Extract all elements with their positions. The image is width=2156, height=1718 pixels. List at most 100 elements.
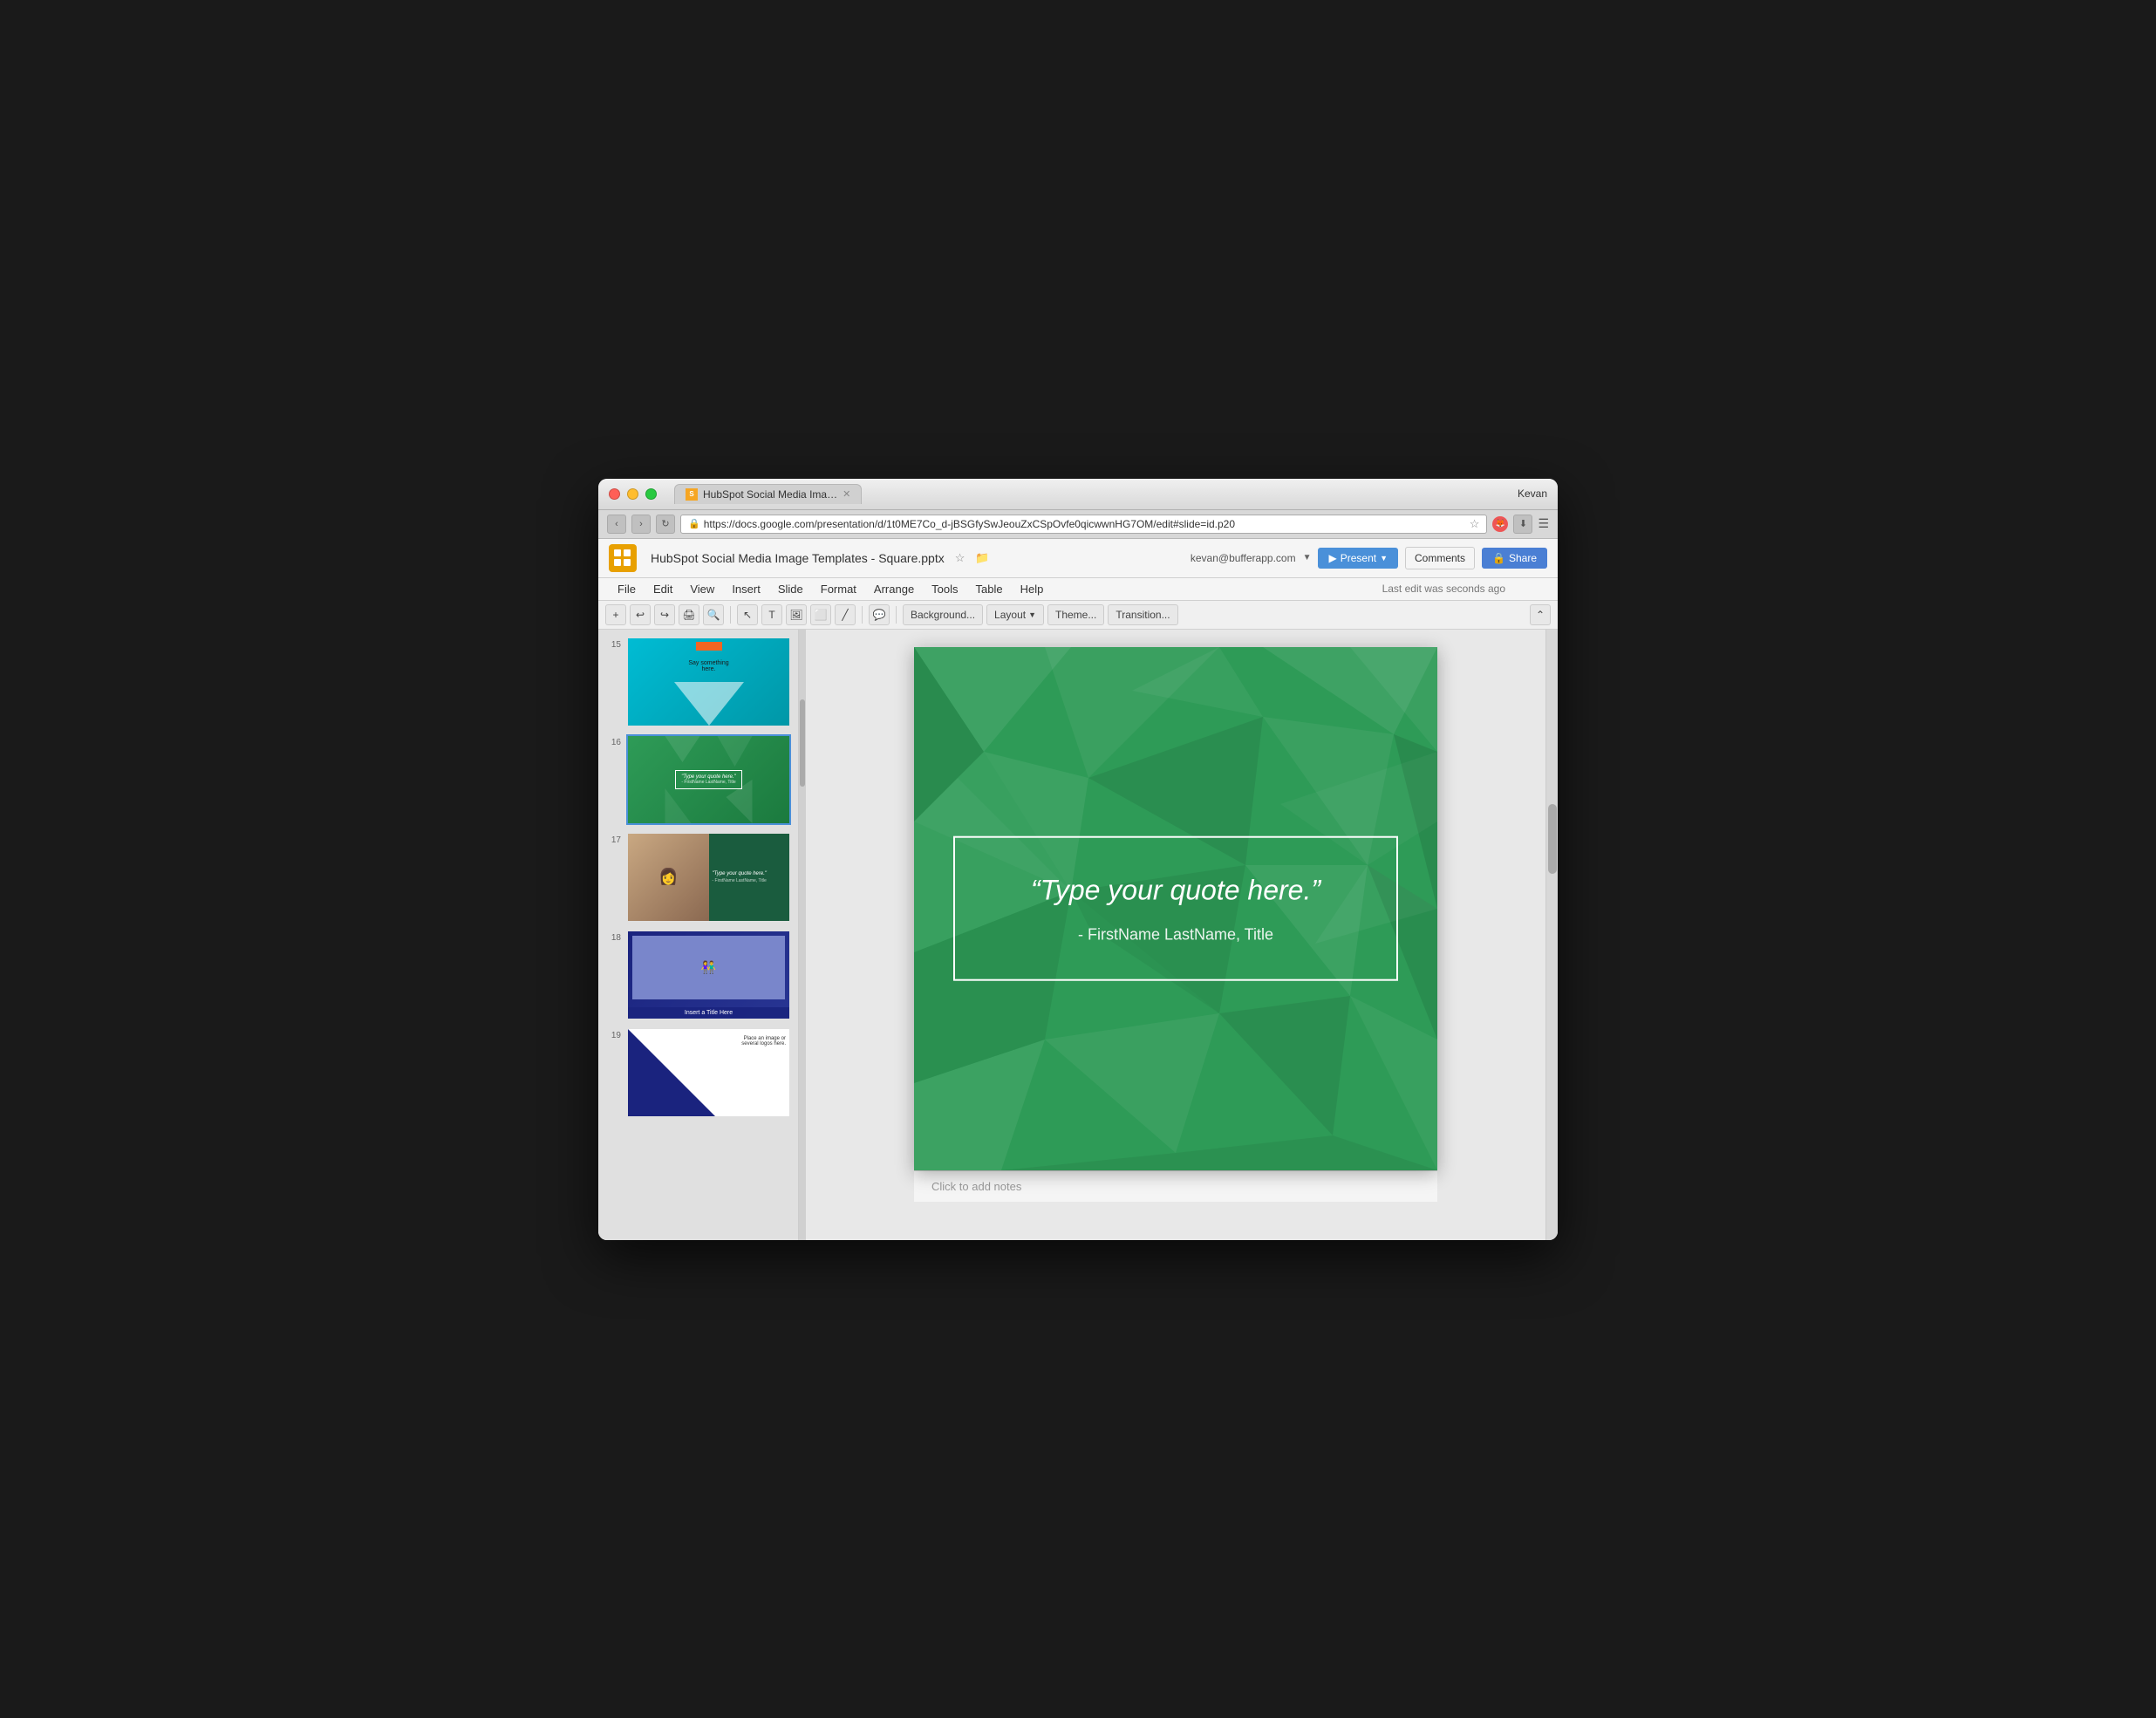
slide-thumb-19[interactable]: Place an image orseveral logos here.	[626, 1027, 791, 1118]
menu-view[interactable]: View	[681, 581, 723, 597]
slide19-triangle	[628, 1029, 715, 1116]
slide17-photo: 👩	[628, 834, 709, 921]
slide-thumbnail-15[interactable]: 15 Say somethinghere.	[598, 633, 798, 731]
slide19-text: Place an image orseveral logos here.	[741, 1036, 786, 1046]
present-button[interactable]: ▶ Present ▼	[1318, 548, 1398, 569]
tab-favicon: S	[686, 488, 698, 501]
menu-file[interactable]: File	[609, 581, 645, 597]
format-toolbar: + ↩ ↪ 🖨 🔍 ↖ T 🖼 ⬜ ╱ 💬 Background... Layo…	[598, 601, 1558, 630]
menu-slide[interactable]: Slide	[769, 581, 812, 597]
notes-area[interactable]: Click to add notes	[914, 1170, 1437, 1202]
user-label: Kevan	[1518, 487, 1547, 500]
menu-format[interactable]: Format	[812, 581, 865, 597]
slide-num-16: 16	[605, 734, 621, 747]
share-label: Share	[1509, 552, 1537, 564]
transition-button[interactable]: Transition...	[1108, 604, 1177, 625]
menu-arrange[interactable]: Arrange	[865, 581, 923, 597]
slide-thumb-16[interactable]: "Type your quote here." - FirstName Last…	[626, 734, 791, 825]
slide-canvas[interactable]: “Type your quote here.” - FirstName Last…	[914, 647, 1437, 1170]
insert-button[interactable]: +	[605, 604, 626, 625]
browser-tab[interactable]: S HubSpot Social Media Ima… ✕	[674, 484, 862, 504]
shape-tool[interactable]: ⬜	[810, 604, 831, 625]
slide18-title: Insert a Title Here	[628, 1007, 789, 1019]
slide-thumbnail-16[interactable]: 16 "Type your quote here." - FirstName L	[598, 731, 798, 828]
tab-title: HubSpot Social Media Ima…	[703, 488, 837, 501]
slide17-quote: "Type your quote here."	[713, 871, 787, 876]
slide16-quote-text: "Type your quote here."	[681, 774, 736, 780]
menu-bar: File Edit View Insert Slide Format Arran…	[598, 578, 1558, 601]
account-dropdown-icon[interactable]: ▼	[1303, 553, 1312, 562]
star-title-icon[interactable]: ☆	[955, 551, 965, 565]
menu-edit[interactable]: Edit	[645, 581, 681, 597]
theme-button[interactable]: Theme...	[1047, 604, 1104, 625]
toolbar-separator-2	[862, 606, 863, 624]
text-tool[interactable]: T	[761, 604, 782, 625]
share-button[interactable]: 🔒 Share	[1482, 548, 1547, 569]
slide-thumbnail-18[interactable]: 18 👫 Insert a Title Here	[598, 926, 798, 1024]
slide-num-15: 15	[605, 637, 621, 650]
refresh-button[interactable]: ↻	[656, 515, 675, 534]
menu-insert[interactable]: Insert	[723, 581, 769, 597]
collapse-toolbar-button[interactable]: ⌃	[1530, 604, 1551, 625]
menu-tools[interactable]: Tools	[923, 581, 966, 597]
slide-thumbnail-17[interactable]: 17 👩 "Type your quote here." - FirstName…	[598, 828, 798, 926]
lock-icon: 🔒	[688, 518, 700, 529]
panel-scrollbar[interactable]	[799, 630, 806, 1240]
maximize-button[interactable]	[645, 488, 657, 500]
close-button[interactable]	[609, 488, 620, 500]
comment-tool[interactable]: 💬	[869, 604, 890, 625]
print-button[interactable]: 🖨	[679, 604, 699, 625]
slide17-text: "Type your quote here." - FirstName Last…	[709, 834, 790, 921]
forward-button[interactable]: ›	[631, 515, 651, 534]
minimize-button[interactable]	[627, 488, 638, 500]
background-button[interactable]: Background...	[903, 604, 983, 625]
select-tool[interactable]: ↖	[737, 604, 758, 625]
folder-icon[interactable]: 📁	[975, 551, 989, 565]
back-button[interactable]: ‹	[607, 515, 626, 534]
slide16-attr-text: - FirstName LastName, Title	[681, 780, 736, 785]
slide-thumb-17[interactable]: 👩 "Type your quote here." - FirstName La…	[626, 832, 791, 923]
tab-close-icon[interactable]: ✕	[843, 488, 850, 500]
address-bar: ‹ › ↻ 🔒 https://docs.google.com/presenta…	[598, 510, 1558, 539]
title-bar: S HubSpot Social Media Ima… ✕ Kevan	[598, 479, 1558, 510]
thumbnail-panel: 15 Say somethinghere. 16	[598, 630, 799, 1240]
slide-img-16: "Type your quote here." - FirstName Last…	[628, 736, 789, 823]
toolbar-separator-1	[730, 606, 731, 624]
lock-share-icon: 🔒	[1492, 552, 1505, 564]
traffic-lights	[609, 488, 657, 500]
quote-box[interactable]: “Type your quote here.” - FirstName Last…	[953, 835, 1398, 981]
slide-num-18: 18	[605, 930, 621, 943]
menu-help[interactable]: Help	[1012, 581, 1053, 597]
undo-button[interactable]: ↩	[630, 604, 651, 625]
slide16-quote-box: "Type your quote here." - FirstName Last…	[675, 770, 742, 789]
notes-placeholder: Click to add notes	[931, 1180, 1021, 1193]
download-icon[interactable]: ⬇	[1513, 515, 1532, 534]
slide-thumbnail-19[interactable]: 19 Place an image orseveral logos here.	[598, 1024, 798, 1121]
comments-button[interactable]: Comments	[1405, 547, 1475, 569]
app-toolbar: HubSpot Social Media Image Templates - S…	[598, 539, 1558, 578]
slide17-attr: - FirstName LastName, Title	[713, 878, 787, 883]
quote-text: “Type your quote here.”	[999, 872, 1353, 909]
present-icon: ▶	[1328, 552, 1336, 564]
menu-table[interactable]: Table	[967, 581, 1012, 597]
slide18-photo: 👫	[632, 936, 785, 999]
app-logo	[609, 544, 637, 572]
slide15-triangle	[674, 682, 744, 726]
address-input[interactable]: 🔒 https://docs.google.com/presentation/d…	[680, 515, 1487, 534]
layout-button[interactable]: Layout ▼	[986, 604, 1044, 625]
redo-button[interactable]: ↪	[654, 604, 675, 625]
toolbar-separator-3	[896, 606, 897, 624]
tab-area: S HubSpot Social Media Ima… ✕	[674, 484, 1511, 504]
bookmark-icon[interactable]: ☆	[1470, 517, 1480, 531]
slide-img-19: Place an image orseveral logos here.	[628, 1029, 789, 1116]
right-scrollbar[interactable]	[1545, 630, 1558, 1240]
account-email: kevan@bufferapp.com	[1191, 552, 1296, 564]
image-tool[interactable]: 🖼	[786, 604, 807, 625]
transition-label: Transition...	[1116, 609, 1170, 621]
line-tool[interactable]: ╱	[835, 604, 856, 625]
slide-thumb-15[interactable]: Say somethinghere.	[626, 637, 791, 727]
browser-menu-icon[interactable]: ☰	[1538, 516, 1549, 531]
zoom-button[interactable]: 🔍	[703, 604, 724, 625]
slide-thumb-18[interactable]: 👫 Insert a Title Here	[626, 930, 791, 1020]
slide15-text: Say somethinghere.	[628, 660, 789, 672]
